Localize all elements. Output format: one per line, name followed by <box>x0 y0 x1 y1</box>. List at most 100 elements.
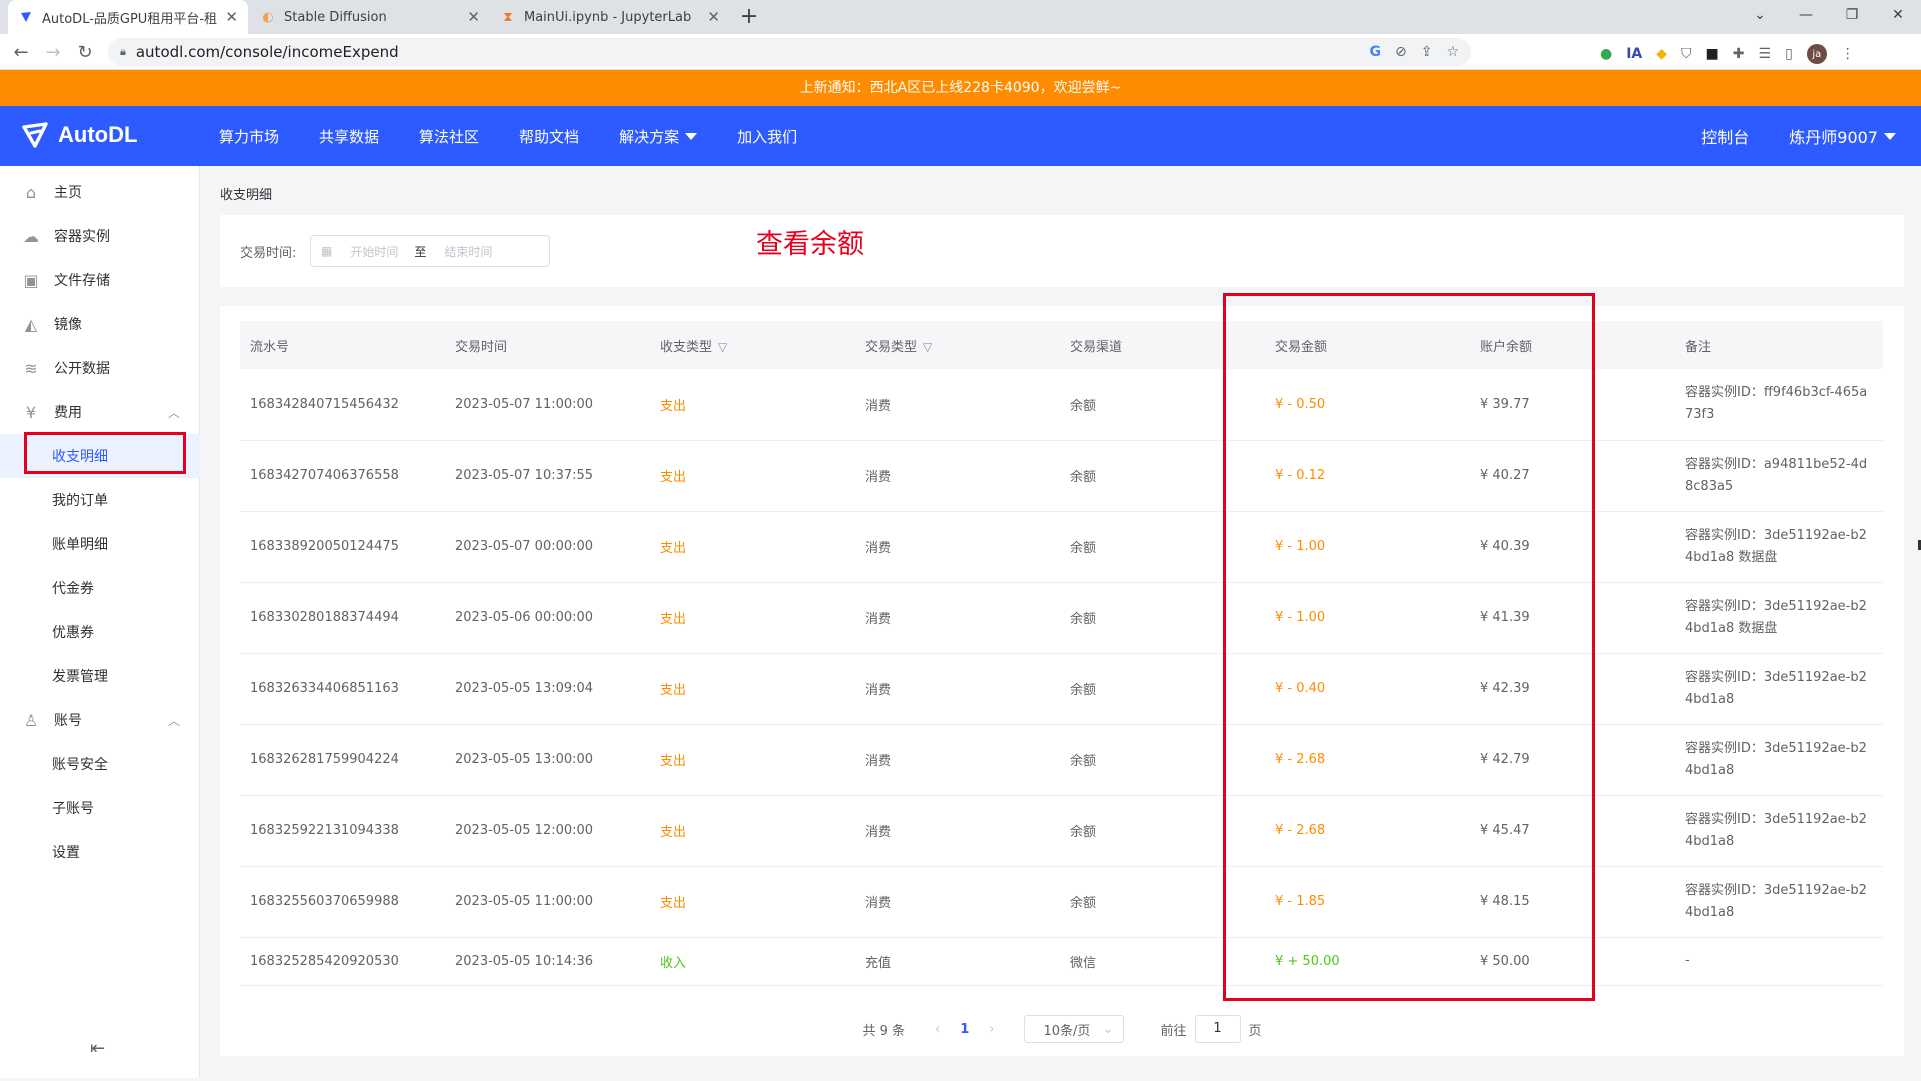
sidebar-item-vouchers[interactable]: 代金券 <box>0 566 200 610</box>
close-window-icon[interactable]: ✕ <box>1875 7 1921 23</box>
sidebar-group-account[interactable]: ♙ 账号 ︿ <box>0 698 200 742</box>
console-link[interactable]: 控制台 <box>1701 124 1749 148</box>
user-menu[interactable]: 炼丹师9007 <box>1789 124 1896 148</box>
hourglass-icon: ⧗ <box>503 9 513 25</box>
page-number[interactable]: 1 <box>960 1022 969 1037</box>
channel-cell: 余额 <box>1060 866 1265 938</box>
minimize-icon[interactable]: — <box>1783 7 1829 23</box>
close-icon[interactable]: ✕ <box>467 8 480 26</box>
puzzle-icon[interactable]: ✚ <box>1733 46 1745 62</box>
table-row: 168325560370659988 2023-05-05 11:00:00 支出消… <box>240 866 1883 938</box>
sidebar-item-home[interactable]: ⌂ 主页 <box>0 170 200 214</box>
type-cell: 充值 <box>855 937 1060 986</box>
new-tab-button[interactable]: + <box>736 4 762 29</box>
amount-cell: ¥ - 1.85 <box>1265 866 1470 938</box>
sidebar-item-settings[interactable]: 设置 <box>0 830 200 874</box>
prev-page-icon[interactable]: ‹ <box>935 1022 940 1037</box>
sidebar-item-sub-accounts[interactable]: 子账号 <box>0 786 200 830</box>
date-range-picker[interactable]: ▦ 开始时间 至 结束时间 <box>310 235 550 267</box>
remark-cell: 容器实例ID：3de51192ae-b24bd1a8 数据盘 <box>1675 582 1883 654</box>
total-count: 共 9 条 <box>862 1023 906 1039</box>
back-arrow-icon[interactable]: ← <box>10 42 32 63</box>
type-cell: 消费 <box>855 369 1060 441</box>
tab-search-icon[interactable]: ⌄ <box>1737 7 1783 23</box>
channel-cell: 余额 <box>1060 653 1265 725</box>
sidebar-item-invoices[interactable]: 发票管理 <box>0 654 200 698</box>
sidebar-item-storage[interactable]: ▣ 文件存储 <box>0 258 200 302</box>
extension-shield-icon[interactable]: ⛉ <box>1681 46 1692 62</box>
chevron-up-icon: ︿ <box>167 405 180 420</box>
nav-join-us[interactable]: 加入我们 <box>737 126 797 147</box>
eye-off-icon[interactable]: ⊘ <box>1395 44 1407 60</box>
nav-compute-market[interactable]: 算力市场 <box>219 126 279 147</box>
url-field[interactable]: 🔒︎ autodl.com/console/incomeExpend G ⊘ ⇪… <box>108 38 1471 66</box>
sidebar-item-label: 设置 <box>52 845 80 861</box>
notice-banner[interactable]: 上新通知：西北A区已上线228卡4090，欢迎尝鲜~ <box>0 70 1921 106</box>
kebab-menu-icon[interactable]: ⋮ <box>1841 46 1855 62</box>
end-date-input[interactable]: 结束时间 <box>444 243 492 260</box>
sidebar-item-label: 账单明细 <box>52 537 108 553</box>
reading-list-icon[interactable]: ☰ <box>1759 46 1772 62</box>
extension-ia-icon[interactable]: IA <box>1626 46 1642 62</box>
collapse-sidebar-icon[interactable]: ⇤ <box>90 1038 105 1059</box>
col-header-serial: 流水号 <box>240 321 445 369</box>
sidebar-item-income-expense[interactable]: 收支明细 <box>0 434 200 478</box>
profile-avatar[interactable]: ja <box>1806 44 1827 64</box>
extension-drop-icon[interactable]: ◆ <box>1656 46 1667 62</box>
browser-tab-jupyter[interactable]: ⧗ MainUi.ipynb - JupyterLab ✕ <box>490 0 730 34</box>
col-header-remark: 备注 <box>1675 321 1883 369</box>
nav-help-docs[interactable]: 帮助文档 <box>519 126 579 147</box>
channel-cell: 余额 <box>1060 369 1265 441</box>
logo[interactable]: AutoDL <box>20 120 137 150</box>
amount-cell: ¥ - 2.68 <box>1265 724 1470 796</box>
page-size-select[interactable]: 10条/页 ⌄ <box>1024 1015 1125 1043</box>
col-header-direction[interactable]: 收支类型 ▽ <box>650 321 855 369</box>
close-icon[interactable]: ✕ <box>225 8 238 26</box>
sidebar-item-label: 发票管理 <box>52 669 108 685</box>
sidebar-item-public-data[interactable]: ≋ 公开数据 <box>0 346 200 390</box>
sidebar-item-orders[interactable]: 我的订单 <box>0 478 200 522</box>
sidebar-item-label: 文件存储 <box>54 273 110 289</box>
close-icon[interactable]: ✕ <box>707 8 720 26</box>
forward-arrow-icon[interactable]: → <box>42 42 64 63</box>
next-page-icon[interactable]: › <box>989 1022 994 1037</box>
sidebar-item-images[interactable]: ◭ 镜像 <box>0 302 200 346</box>
col-header-time: 交易时间 <box>445 321 650 369</box>
browser-tab-stable-diffusion[interactable]: ◐ Stable Diffusion ✕ <box>250 0 490 34</box>
browser-tab-autodl[interactable]: AutoDL-品质GPU租用平台-租G ✕ <box>8 0 248 34</box>
sidebar-item-coupons[interactable]: 优惠券 <box>0 610 200 654</box>
restore-icon[interactable]: ❐ <box>1829 7 1875 23</box>
amount-cell: ¥ - 0.12 <box>1265 440 1470 512</box>
filter-funnel-icon[interactable]: ▽ <box>923 340 932 354</box>
sidebar-item-account-security[interactable]: 账号安全 <box>0 742 200 786</box>
channel-cell: 余额 <box>1060 440 1265 512</box>
star-icon[interactable]: ☆ <box>1446 44 1459 60</box>
direction-cell: 支出 <box>650 866 855 938</box>
share-icon[interactable]: ⇪ <box>1421 44 1433 60</box>
serial-cell: 168338920050124475 <box>240 511 445 583</box>
serial-cell: 168330280188374494 <box>240 582 445 654</box>
start-date-input[interactable]: 开始时间 <box>350 243 398 260</box>
balance-cell: ¥ 50.00 <box>1470 937 1675 986</box>
time-cell: 2023-05-05 13:09:04 <box>445 653 650 725</box>
table-row: 168338920050124475 2023-05-07 00:00:00 支出消… <box>240 511 1883 583</box>
goto-page-input[interactable]: 1 <box>1194 1015 1241 1043</box>
nav-shared-data[interactable]: 共享数据 <box>319 126 379 147</box>
nav-algorithm-community[interactable]: 算法社区 <box>419 126 479 147</box>
sidebar-item-containers[interactable]: ☁ 容器实例 <box>0 214 200 258</box>
google-icon[interactable]: G <box>1369 44 1381 60</box>
sidebar-item-bill-details[interactable]: 账单明细 <box>0 522 200 566</box>
filter-funnel-icon[interactable]: ▽ <box>718 340 727 354</box>
window-controls: ⌄ — ❐ ✕ <box>1737 0 1921 30</box>
nav-solutions[interactable]: 解决方案 <box>619 126 698 147</box>
extension-chrome-icon[interactable]: ● <box>1600 46 1612 62</box>
sidepanel-icon[interactable]: ▯ <box>1785 46 1793 62</box>
type-cell: 消费 <box>855 440 1060 512</box>
extension-dark-icon[interactable]: ■ <box>1706 46 1719 62</box>
col-header-type[interactable]: 交易类型 ▽ <box>855 321 1060 369</box>
address-bar: ← → ↻ 🔒︎ autodl.com/console/incomeExpend… <box>0 34 1921 70</box>
reload-icon[interactable]: ↻ <box>74 42 96 63</box>
serial-cell: 168326334406851163 <box>240 653 445 725</box>
sidebar-group-fees[interactable]: ¥ 费用 ︿ <box>0 390 200 434</box>
time-cell: 2023-05-05 12:00:00 <box>445 795 650 867</box>
